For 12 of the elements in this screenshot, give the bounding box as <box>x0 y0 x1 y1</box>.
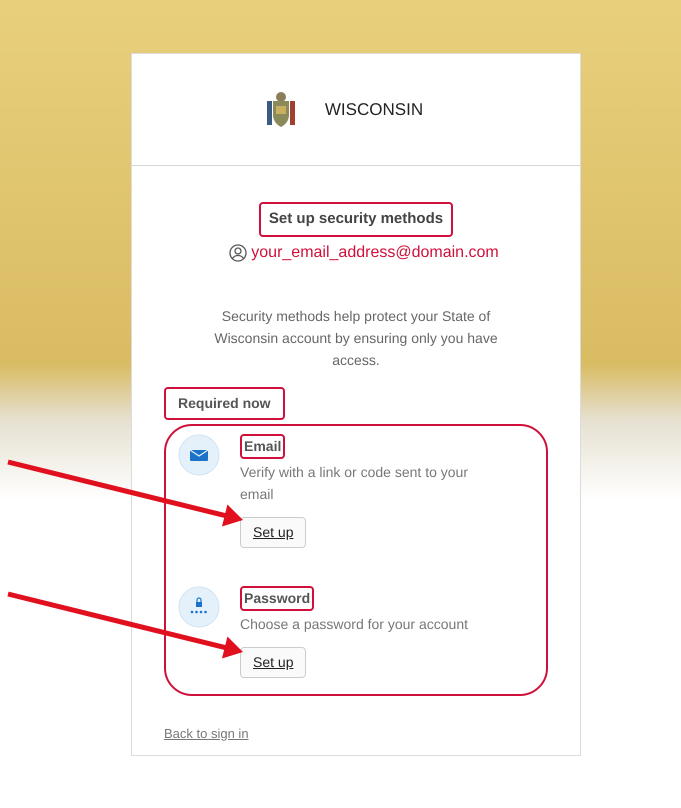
method-description: Verify with a link or code sent to your email <box>240 462 469 504</box>
setup-button[interactable]: Set up <box>240 516 306 548</box>
method-description: Choose a password for your account <box>240 614 468 634</box>
method-title: Password <box>240 586 314 610</box>
account-email: your_email_address@domain.com <box>251 242 499 262</box>
description: Security methods help protect your State of Wisconsin account by ensuring only you have access. <box>213 306 499 370</box>
back-link[interactable]: Back to sign in <box>164 724 249 743</box>
method-title: Email <box>240 434 286 458</box>
setup-button[interactable]: Set up <box>240 646 306 678</box>
page-heading: Set up security methods <box>258 202 454 236</box>
section-label: Required now <box>164 386 285 420</box>
brand-title: WISCONSIN <box>324 98 424 121</box>
